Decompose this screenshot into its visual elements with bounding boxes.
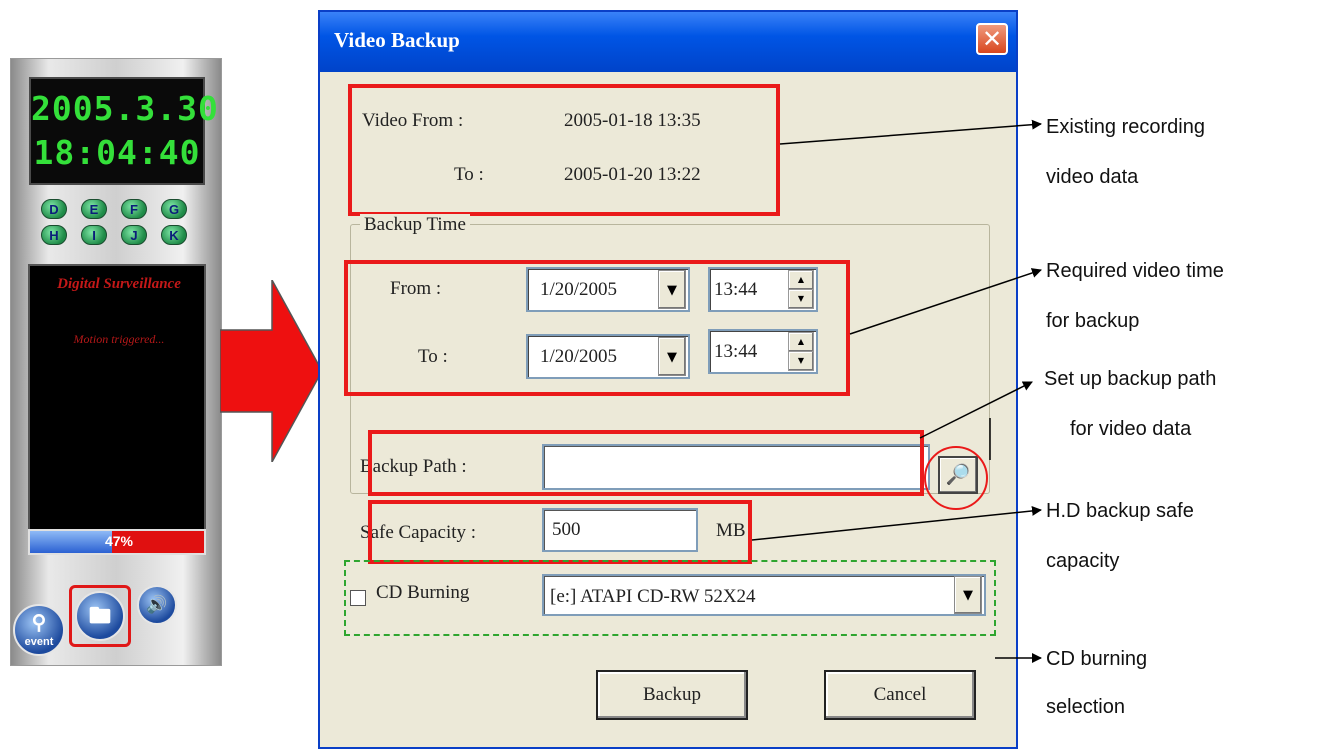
annotation-required-line2: for backup <box>1046 310 1140 332</box>
callout-required <box>849 268 1042 335</box>
annotation-path-line1: Set up backup path <box>1044 368 1217 390</box>
callout-path <box>919 381 1033 439</box>
annotation-existing-line1: Existing recording <box>1046 116 1205 138</box>
annotation-existing-line2: video data <box>1046 166 1139 188</box>
callout-existing <box>779 119 1042 145</box>
annotation-cd-line2: selection <box>1046 696 1125 718</box>
annotation-capacity-line1: H.D backup safe <box>1046 500 1194 522</box>
annotation-cd-line1: CD burning <box>1046 648 1148 670</box>
annotation-path-line2: for video data <box>1070 418 1192 440</box>
annotation-required-line1: Required video time <box>1046 260 1224 282</box>
annotation-capacity-line2: capacity <box>1046 550 1120 572</box>
callout-capacity <box>751 505 1042 541</box>
